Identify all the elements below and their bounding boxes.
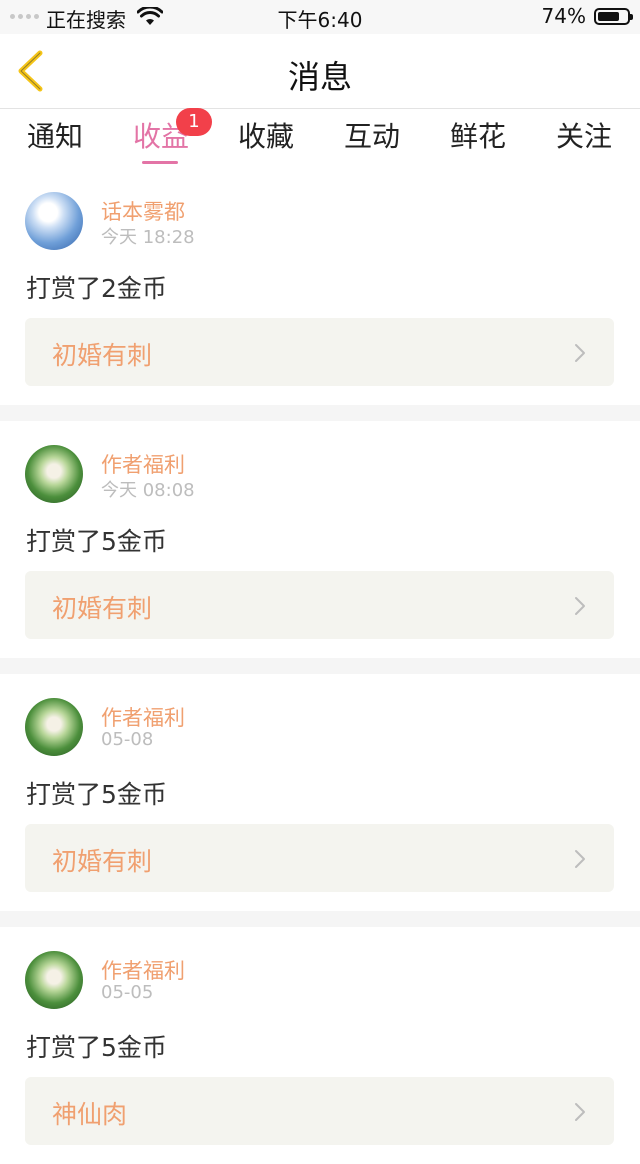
message-text: 打赏了5金币: [26, 1033, 167, 1062]
tab-following[interactable]: 关注: [534, 115, 634, 155]
book-title: 初婚有刺: [52, 594, 153, 623]
message-time: 05-05: [101, 982, 154, 1003]
tab-label: 通知: [26, 120, 83, 153]
message-time: 05-08: [101, 729, 154, 750]
divider: [0, 405, 640, 421]
chevron-right-icon: [575, 1103, 585, 1121]
status-bar: 正在搜索 下午6:40 74%: [0, 0, 640, 34]
chevron-right-icon: [575, 597, 585, 615]
avatar[interactable]: [25, 192, 83, 250]
chevron-right-icon: [575, 850, 585, 868]
message-card: 话本雾都 今天 18:28 打赏了2金币 初婚有刺: [0, 168, 640, 405]
book-link[interactable]: 神仙肉: [25, 1077, 614, 1145]
message-card: 作者福利 今天 08:08 打赏了5金币 初婚有刺: [0, 421, 640, 658]
avatar[interactable]: [25, 951, 83, 1009]
message-text: 打赏了5金币: [26, 527, 167, 556]
nav-bar: 消息: [0, 34, 640, 109]
tab-interactions[interactable]: 互动: [322, 115, 422, 155]
divider: [0, 911, 640, 927]
tab-favorites[interactable]: 收藏: [216, 115, 316, 155]
battery-icon: [594, 8, 633, 25]
tab-earnings[interactable]: 收益 1: [111, 108, 212, 164]
book-title: 初婚有刺: [52, 341, 153, 370]
message-time: 今天 18:28: [101, 227, 195, 248]
book-title: 神仙肉: [52, 1100, 128, 1129]
message-text: 打赏了2金币: [26, 274, 167, 303]
message-card: 作者福利 05-05 打赏了5金币 神仙肉: [0, 927, 640, 1164]
sender-name[interactable]: 作者福利: [101, 702, 185, 732]
avatar[interactable]: [25, 445, 83, 503]
tab-flowers[interactable]: 鲜花: [428, 115, 528, 155]
message-text: 打赏了5金币: [26, 780, 167, 809]
book-link[interactable]: 初婚有刺: [25, 824, 614, 892]
tab-notifications[interactable]: 通知: [5, 115, 105, 155]
tab-bar: 通知 收益 1 收藏 互动 鲜花 关注: [0, 108, 640, 169]
avatar[interactable]: [25, 698, 83, 756]
active-tab-indicator: [142, 161, 178, 164]
sender-name[interactable]: 作者福利: [101, 955, 185, 985]
chevron-left-icon: [18, 50, 43, 92]
divider: [0, 658, 640, 674]
message-time: 今天 08:08: [101, 480, 195, 501]
tab-label: 鲜花: [449, 120, 506, 153]
back-button[interactable]: [10, 48, 54, 94]
tab-label: 收藏: [237, 120, 294, 153]
book-title: 初婚有刺: [52, 847, 153, 876]
book-link[interactable]: 初婚有刺: [25, 318, 614, 386]
sender-name[interactable]: 话本雾都: [101, 196, 185, 226]
chevron-right-icon: [575, 344, 585, 362]
unread-badge: 1: [176, 108, 212, 136]
tab-label: 互动: [343, 120, 400, 153]
book-link[interactable]: 初婚有刺: [25, 571, 614, 639]
battery-percent: 74%: [541, 4, 586, 28]
sender-name[interactable]: 作者福利: [101, 449, 185, 479]
tab-label: 关注: [555, 120, 612, 153]
message-card: 作者福利 05-08 打赏了5金币 初婚有刺: [0, 674, 640, 911]
page-title: 消息: [287, 58, 352, 96]
